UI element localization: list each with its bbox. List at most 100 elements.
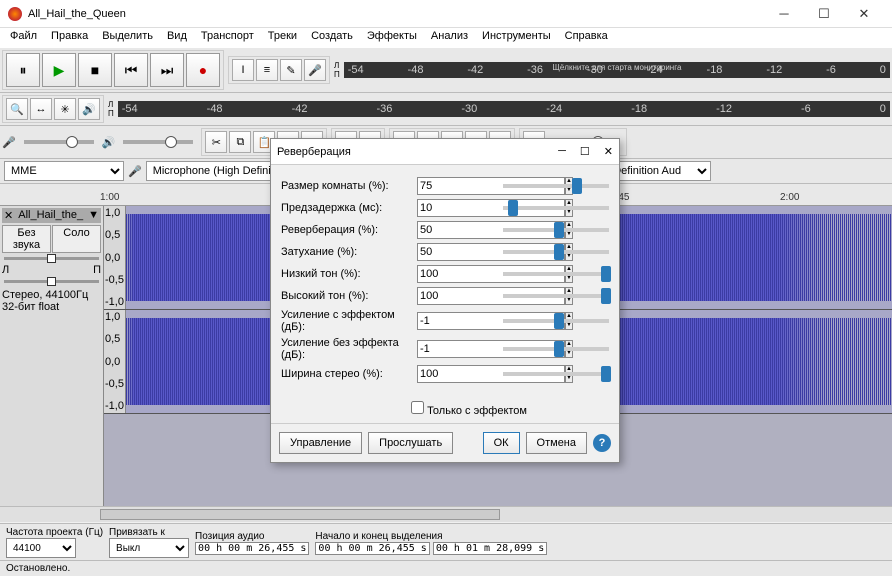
audio-position-field[interactable]: 00 h 00 m 26,455 s	[195, 542, 309, 555]
input-volume-slider[interactable]	[24, 140, 94, 144]
menu-Выделить[interactable]: Выделить	[96, 28, 159, 48]
app-icon	[8, 7, 22, 21]
multi-tool-icon[interactable]: ✳	[54, 98, 76, 120]
manage-button[interactable]: Управление	[279, 432, 362, 454]
selection-toolbar: Частота проекта (Гц) 44100 Привязать к В…	[0, 523, 892, 560]
gain-slider[interactable]	[4, 257, 99, 260]
preview-button[interactable]: Прослушать	[368, 432, 453, 454]
menu-Транспорт[interactable]: Транспорт	[195, 28, 260, 48]
track-name[interactable]: All_Hail_the_	[18, 209, 83, 222]
param-label-3: Затухание (%):	[281, 246, 411, 258]
dialog-title: Реверберация	[277, 146, 351, 158]
dialog-maximize-icon[interactable]: ☐	[580, 145, 590, 158]
selection-start-field[interactable]: 00 h 00 m 26,455 s	[315, 542, 429, 555]
playback-meter[interactable]: -54-48-42-36-30-24-18-12-60	[118, 101, 890, 117]
param-slider-2[interactable]	[503, 228, 609, 232]
snap-select[interactable]: Выкл	[109, 538, 189, 558]
param-label-7: Усиление без эффекта (дБ):	[281, 337, 411, 361]
close-button[interactable]: ✕	[844, 6, 884, 22]
mic-device-icon: 🎤	[128, 165, 142, 178]
selection-end-field[interactable]: 00 h 01 m 28,099 s	[433, 542, 547, 555]
record-button[interactable]: ●	[186, 53, 220, 87]
track-bit-info: 32-бит float	[2, 301, 101, 313]
param-label-6: Усиление с эффектом (дБ):	[281, 309, 411, 333]
selection-tool-icon[interactable]: I	[232, 59, 254, 81]
play-meter-label: ЛП	[108, 100, 114, 118]
help-icon[interactable]: ?	[593, 434, 611, 452]
pan-slider[interactable]	[4, 280, 99, 283]
cancel-button[interactable]: Отмена	[526, 432, 587, 454]
param-label-0: Размер комнаты (%):	[281, 180, 411, 192]
param-label-1: Предзадержка (мс):	[281, 202, 411, 214]
menu-Эффекты[interactable]: Эффекты	[361, 28, 423, 48]
menu-Анализ[interactable]: Анализ	[425, 28, 474, 48]
param-label-2: Реверберация (%):	[281, 224, 411, 236]
tools-toolbar: I ≡ ✎ 🎤	[228, 56, 330, 84]
track-control-panel: ✕ All_Hail_the_ ▼ Без звука Соло ЛП Стер…	[0, 206, 104, 506]
output-volume-slider[interactable]	[123, 140, 193, 144]
speaker-icon: 🔊	[102, 136, 116, 149]
mute-button[interactable]: Без звука	[2, 225, 51, 253]
snap-label: Привязать к	[109, 527, 165, 538]
param-slider-5[interactable]	[503, 294, 609, 298]
param-slider-6[interactable]	[503, 319, 609, 323]
solo-button[interactable]: Соло	[52, 225, 101, 253]
menu-Файл[interactable]: Файл	[4, 28, 43, 48]
project-rate-label: Частота проекта (Гц)	[6, 527, 103, 538]
dialog-minimize-icon[interactable]: ─	[558, 145, 566, 158]
audio-position-label: Позиция аудио	[195, 531, 264, 542]
project-rate-select[interactable]: 44100	[6, 538, 76, 558]
copy-icon[interactable]: ⧉	[229, 131, 251, 153]
envelope-tool-icon[interactable]: ≡	[256, 59, 278, 81]
transport-toolbar: ⏸ ▶ ■ ⏮ ⏭ ●	[2, 50, 224, 90]
speaker-tool-icon[interactable]: 🔊	[78, 98, 100, 120]
minimize-button[interactable]: ─	[764, 6, 804, 22]
dialog-close-icon[interactable]: ✕	[604, 145, 613, 158]
mic-tool-icon[interactable]: 🎤	[304, 59, 326, 81]
menubar: ФайлПравкаВыделитьВидТранспортТрекиСозда…	[0, 28, 892, 48]
mic-icon: 🎤	[2, 136, 16, 149]
menu-Вид[interactable]: Вид	[161, 28, 193, 48]
param-slider-8[interactable]	[503, 372, 609, 376]
rec-meter-label: ЛП	[334, 61, 340, 79]
menu-Создать[interactable]: Создать	[305, 28, 359, 48]
param-slider-0[interactable]	[503, 184, 609, 188]
record-meter[interactable]: -54-48-42-36-30-24-18-12-60 Щёлкните для…	[344, 62, 890, 78]
wet-only-label: Только с эффектом	[427, 405, 527, 417]
maximize-button[interactable]: ☐	[804, 6, 844, 22]
skip-end-button[interactable]: ⏭	[150, 53, 184, 87]
param-slider-4[interactable]	[503, 272, 609, 276]
param-label-8: Ширина стерео (%):	[281, 368, 411, 380]
reverb-dialog: Реверберация ─ ☐ ✕ Размер комнаты (%):▲▼…	[270, 138, 620, 463]
track-format-info: Стерео, 44100Гц	[2, 289, 101, 301]
meter-hint: Щёлкните для старта мониторинга	[552, 63, 681, 72]
param-slider-1[interactable]	[503, 206, 609, 210]
menu-Треки[interactable]: Треки	[262, 28, 303, 48]
horizontal-scrollbar[interactable]	[0, 506, 892, 522]
wet-only-checkbox[interactable]	[411, 401, 424, 414]
window-title: All_Hail_the_Queen	[28, 8, 126, 20]
menu-Справка[interactable]: Справка	[559, 28, 614, 48]
stop-button[interactable]: ■	[78, 53, 112, 87]
menu-Инструменты[interactable]: Инструменты	[476, 28, 557, 48]
param-label-5: Высокий тон (%):	[281, 290, 411, 302]
track-close-icon[interactable]: ✕	[4, 209, 13, 222]
menu-Правка[interactable]: Правка	[45, 28, 94, 48]
param-slider-3[interactable]	[503, 250, 609, 254]
timeshift-tool-icon[interactable]: ↔	[30, 98, 52, 120]
host-select[interactable]: MME	[4, 161, 124, 181]
pause-button[interactable]: ⏸	[6, 53, 40, 87]
titlebar: All_Hail_the_Queen ─ ☐ ✕	[0, 0, 892, 28]
ok-button[interactable]: ОК	[483, 432, 520, 454]
draw-tool-icon[interactable]: ✎	[280, 59, 302, 81]
zoom-tool-icon[interactable]: 🔍	[6, 98, 28, 120]
selection-label: Начало и конец выделения	[315, 531, 442, 542]
bottom-bars: Частота проекта (Гц) 44100 Привязать к В…	[0, 523, 892, 576]
skip-start-button[interactable]: ⏮	[114, 53, 148, 87]
param-slider-7[interactable]	[503, 347, 609, 351]
toolbar-row-1: ⏸ ▶ ■ ⏮ ⏭ ● I ≡ ✎ 🎤 ЛП -54-48-42-36-30-2…	[0, 48, 892, 93]
cut-icon[interactable]: ✂	[205, 131, 227, 153]
track-menu-icon[interactable]: ▼	[88, 209, 99, 222]
play-button[interactable]: ▶	[42, 53, 76, 87]
param-label-4: Низкий тон (%):	[281, 268, 411, 280]
